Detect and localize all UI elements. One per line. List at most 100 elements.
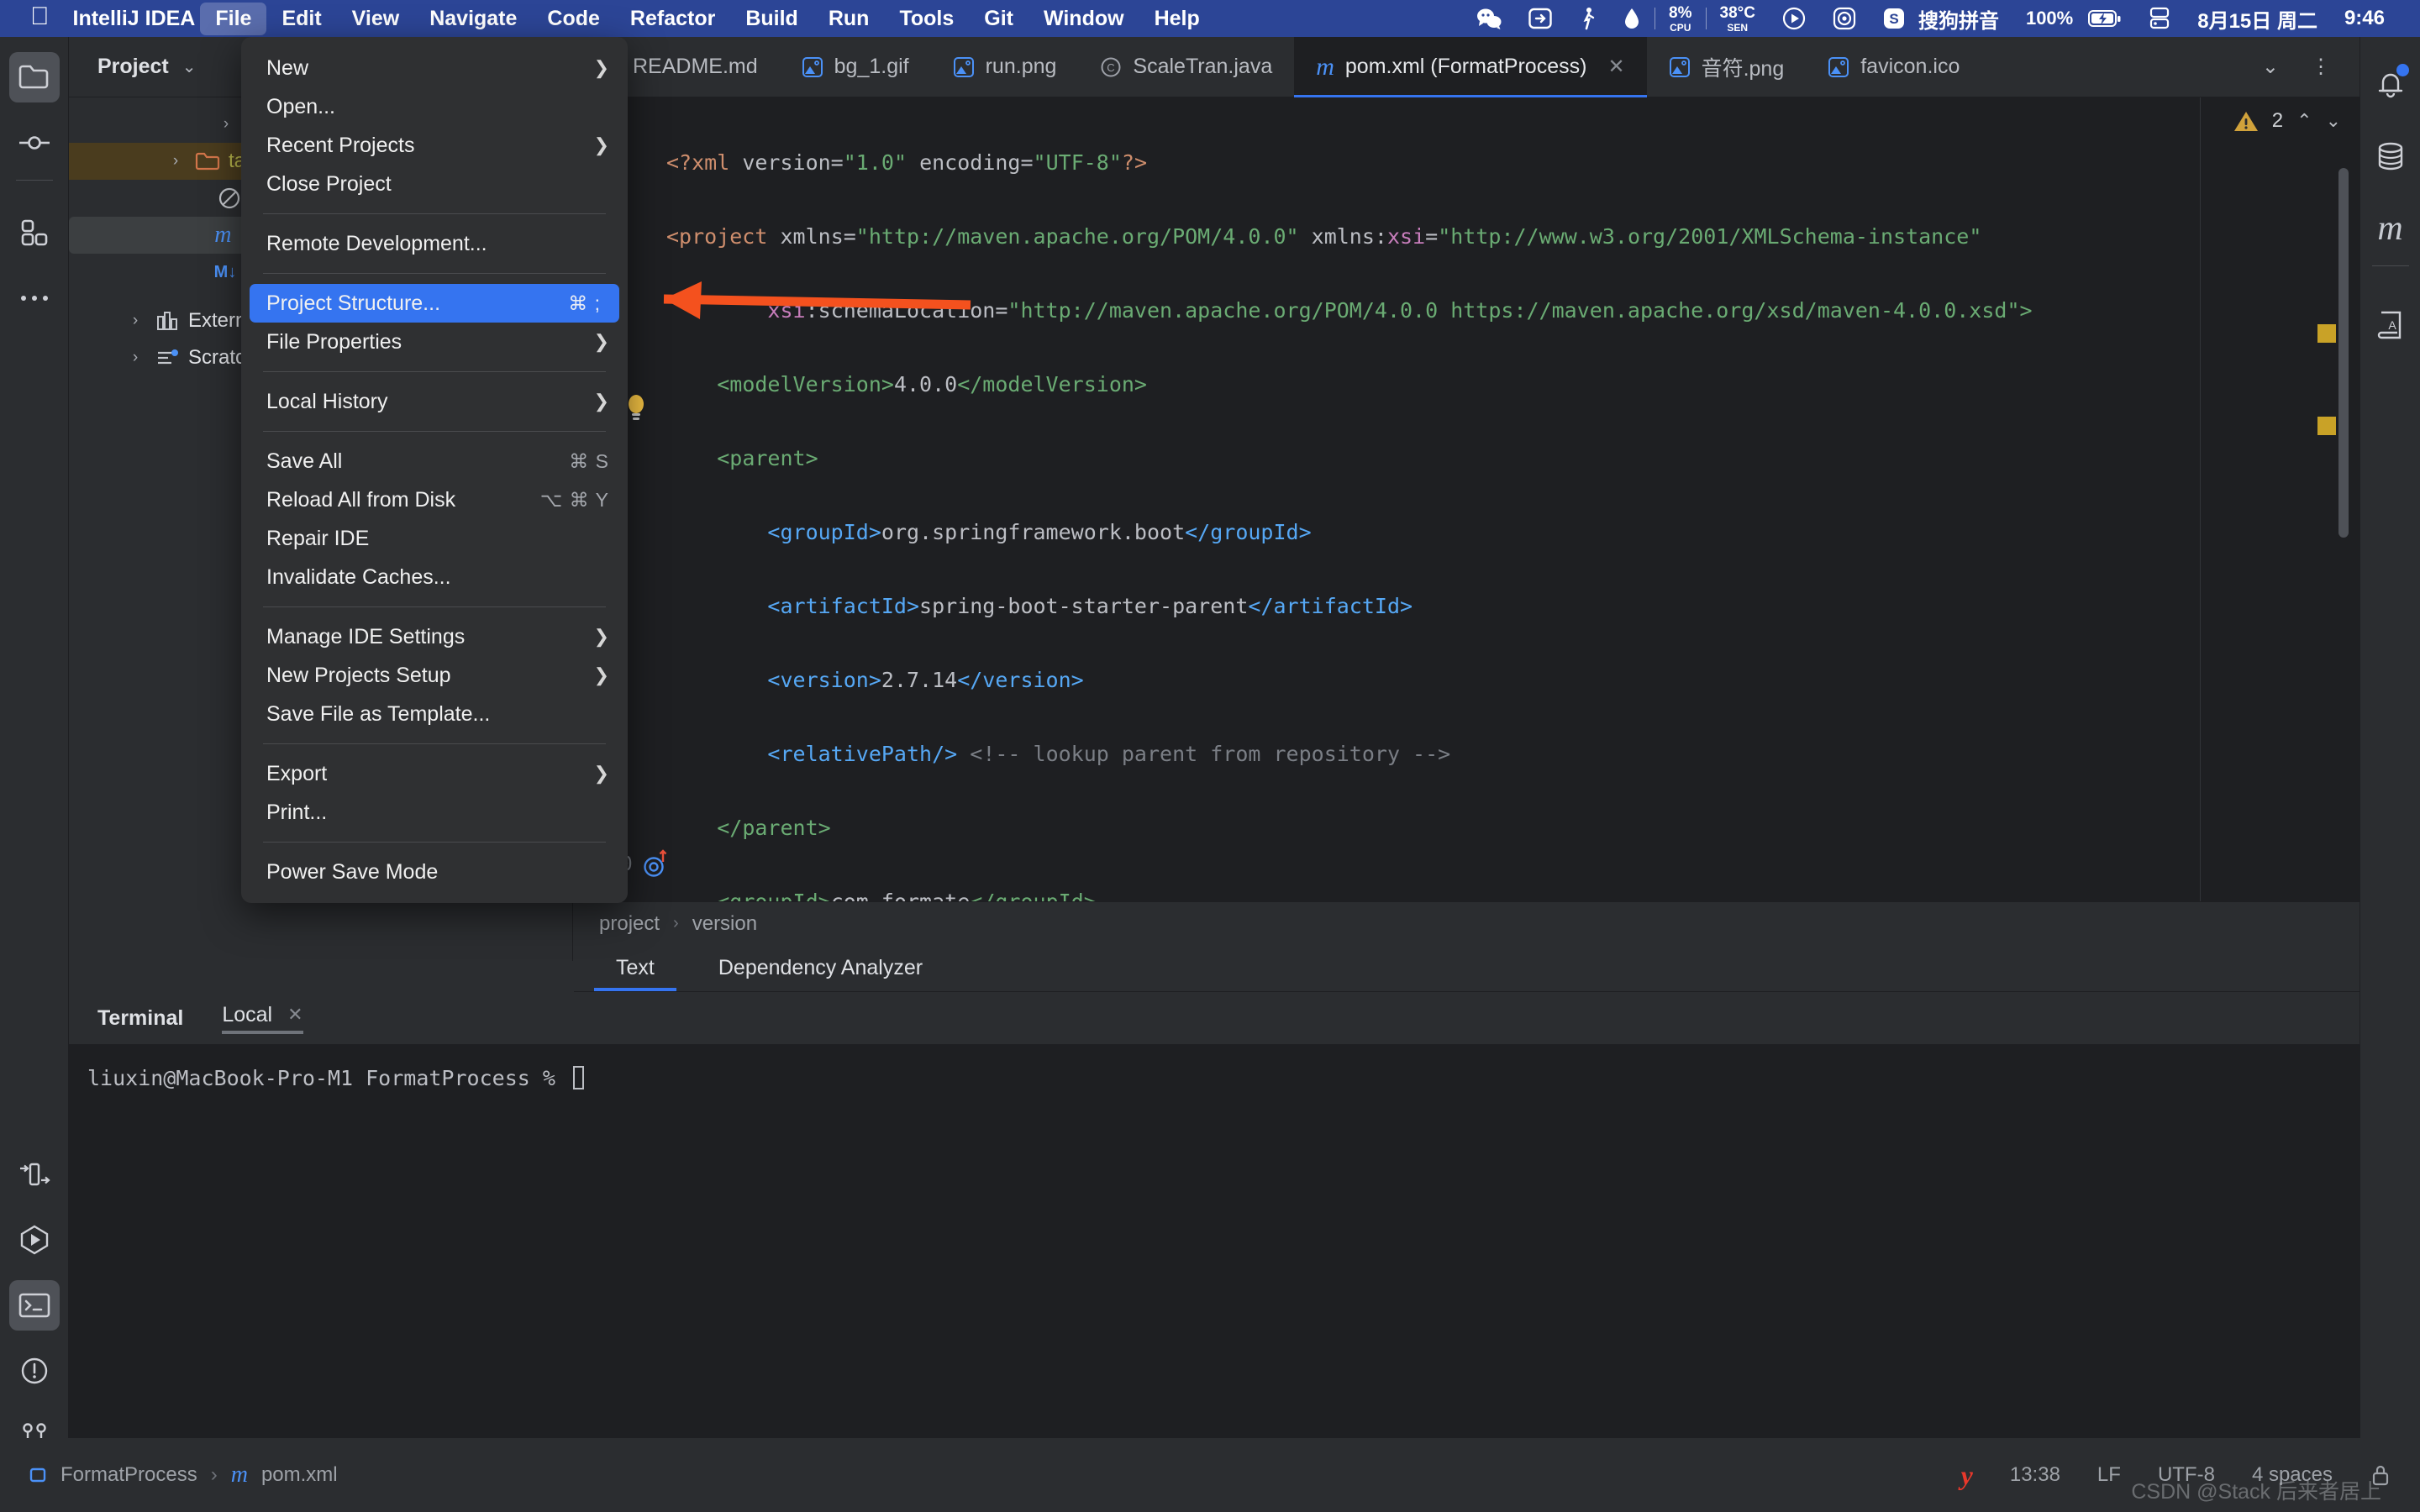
apple-logo-icon[interactable]:  [30, 4, 50, 29]
tab-bg1-gif[interactable]: bg_1.gif [780, 37, 931, 97]
macos-menu-refactor[interactable]: Refactor [615, 3, 730, 35]
menu-divider [263, 431, 606, 432]
more-icon[interactable] [9, 273, 60, 323]
editor-inspection-gutter[interactable]: 2 ⌃ ⌄ [2200, 97, 2360, 901]
macos-app-name[interactable]: IntelliJ IDEA [73, 7, 196, 31]
file-menu-dropdown[interactable]: New ❯ Open... Recent Projects ❯ Close Pr… [241, 37, 628, 903]
code-content[interactable]: <?xml version="1.0" encoding="UTF-8"?> <… [666, 108, 2200, 901]
status-line-separator[interactable]: LF [2097, 1463, 2121, 1487]
macos-menu-view[interactable]: View [337, 3, 415, 35]
chevron-right-icon[interactable]: › [212, 115, 240, 134]
macos-menu-edit[interactable]: Edit [266, 3, 336, 35]
inspection-mark-1[interactable] [2317, 324, 2336, 343]
subtab-dependency-analyzer[interactable]: Dependency Analyzer [697, 956, 944, 991]
menu-item-repair-ide[interactable]: Repair IDE [241, 519, 628, 558]
breadcrumb-item-project[interactable]: project [599, 912, 660, 936]
menu-item-local-history[interactable]: Local History ❯ [241, 382, 628, 421]
code-editor[interactable]: 20 <?xml version="1.0" encoding="UTF-8"?… [574, 97, 2360, 901]
menu-item-project-structure[interactable]: Project Structure... ⌘ ; [250, 284, 619, 323]
macos-menu-tools[interactable]: Tools [884, 3, 969, 35]
record-circle-icon[interactable] [1819, 0, 1870, 37]
terminal-tab-local[interactable]: Local ✕ [222, 1003, 302, 1034]
tab-options-icon[interactable]: ⋮ [2299, 55, 2343, 79]
macos-menu-window[interactable]: Window [1028, 3, 1139, 35]
temperature-indicator[interactable]: 38°C SEN [1707, 0, 1769, 37]
menu-item-export[interactable]: Export ❯ [241, 754, 628, 793]
menu-item-manage-ide-settings[interactable]: Manage IDE Settings ❯ [241, 617, 628, 656]
chevron-right-icon[interactable]: › [161, 152, 190, 171]
wechat-icon[interactable] [1463, 0, 1515, 37]
chevron-down-icon[interactable]: ⌄ [2326, 110, 2341, 132]
macos-menu-help[interactable]: Help [1139, 3, 1215, 35]
close-icon[interactable]: ✕ [287, 1004, 302, 1026]
terminal-icon[interactable] [8, 1280, 60, 1331]
tab-list-chevron-icon[interactable]: ⌄ [2250, 55, 2291, 79]
translation-icon[interactable]: A [2365, 300, 2416, 350]
chevron-up-icon[interactable]: ⌃ [2296, 110, 2312, 132]
status-line-column[interactable]: 13:38 [2010, 1463, 2060, 1487]
menu-item-invalidate-caches[interactable]: Invalidate Caches... [241, 558, 628, 596]
menu-item-recent-projects[interactable]: Recent Projects ❯ [241, 126, 628, 165]
intention-bulb-icon[interactable] [624, 393, 648, 422]
menu-item-new-projects-setup[interactable]: New Projects Setup ❯ [241, 656, 628, 695]
structure-icon[interactable] [9, 1149, 60, 1200]
inspection-summary[interactable]: 2 ⌃ ⌄ [2201, 97, 2360, 144]
commit-icon[interactable] [9, 118, 60, 168]
macos-menu-file[interactable]: File [200, 2, 267, 35]
inspection-mark-2[interactable] [2317, 417, 2336, 435]
macos-menu-build[interactable]: Build [730, 3, 813, 35]
menu-item-open[interactable]: Open... [241, 87, 628, 126]
project-icon[interactable] [8, 52, 60, 102]
database-icon[interactable] [2365, 131, 2416, 181]
menu-item-save-all[interactable]: Save All ⌘ S [241, 442, 628, 480]
editor-scrollbar[interactable] [2338, 168, 2349, 538]
person-icon[interactable] [1565, 0, 1609, 37]
macos-menu-git[interactable]: Git [969, 3, 1028, 35]
macos-menu-navigate[interactable]: Navigate [414, 3, 532, 35]
menu-item-remote-development[interactable]: Remote Development... [241, 224, 628, 263]
water-drop-icon[interactable] [1609, 0, 1655, 37]
macos-menu-code[interactable]: Code [532, 3, 615, 35]
exit-arrow-icon[interactable] [1515, 0, 1565, 37]
y-icon[interactable]: y [1961, 1460, 1973, 1491]
menubar-date[interactable]: 8月15日 周二 [2184, 0, 2331, 37]
menu-item-close-project[interactable]: Close Project [241, 165, 628, 203]
terminal-prompt: liuxin@MacBook-Pro-M1 FormatProcess % [87, 1066, 568, 1090]
tab-scaletran-java[interactable]: C ScaleTran.java [1078, 37, 1294, 97]
terminal-output[interactable]: liuxin@MacBook-Pro-M1 FormatProcess % [69, 1044, 2360, 1475]
close-icon[interactable]: ✕ [1607, 55, 1624, 79]
chevron-right-icon[interactable]: › [121, 312, 150, 330]
notifications-bell-icon[interactable] [2365, 59, 2416, 109]
chevron-down-icon[interactable]: ⌄ [182, 56, 197, 77]
chevron-right-icon[interactable]: › [121, 349, 150, 367]
status-file-name[interactable]: pom.xml [261, 1463, 338, 1487]
menu-item-save-file-as-template[interactable]: Save File as Template... [241, 695, 628, 733]
subtab-text[interactable]: Text [594, 956, 676, 991]
menubar-clock[interactable]: 9:46 [2331, 0, 2398, 37]
menu-item-power-save-mode[interactable]: Power Save Mode [241, 853, 628, 891]
status-project-name[interactable]: FormatProcess [60, 1463, 197, 1487]
terminal-tool-window-header: Terminal Local ✕ [69, 992, 2360, 1044]
tab-pom-xml[interactable]: m pom.xml (FormatProcess) ✕ [1294, 36, 1647, 97]
menu-item-file-properties[interactable]: File Properties ❯ [241, 323, 628, 361]
maven-icon[interactable]: m [2365, 203, 2416, 254]
chevron-right-icon: ❯ [593, 626, 609, 647]
plugins-icon[interactable] [9, 207, 60, 258]
display-icon[interactable] [2135, 0, 2184, 37]
run-icon[interactable] [9, 1215, 60, 1265]
cpu-usage-indicator[interactable]: 8% CPU [1655, 0, 1705, 37]
breadcrumb-item-version[interactable]: version [692, 912, 757, 936]
tab-yinfu-png[interactable]: 音符.png [1647, 37, 1807, 97]
tab-run-png[interactable]: run.png [931, 37, 1079, 97]
macos-menu-run[interactable]: Run [813, 3, 885, 35]
play-circle-icon[interactable] [1769, 0, 1819, 37]
menu-divider [263, 743, 606, 744]
menu-item-print[interactable]: Print... [241, 793, 628, 832]
battery-indicator[interactable]: 100% [2012, 0, 2135, 37]
problems-icon[interactable] [9, 1346, 60, 1396]
maven-file-icon: m [230, 1462, 248, 1488]
tab-favicon-ico[interactable]: favicon.ico [1806, 37, 1981, 97]
input-method-indicator[interactable]: S 搜狗拼音 [1870, 0, 2012, 37]
menu-item-reload-all-from-disk[interactable]: Reload All from Disk ⌥ ⌘ Y [241, 480, 628, 519]
menu-item-new[interactable]: New ❯ [241, 49, 628, 87]
